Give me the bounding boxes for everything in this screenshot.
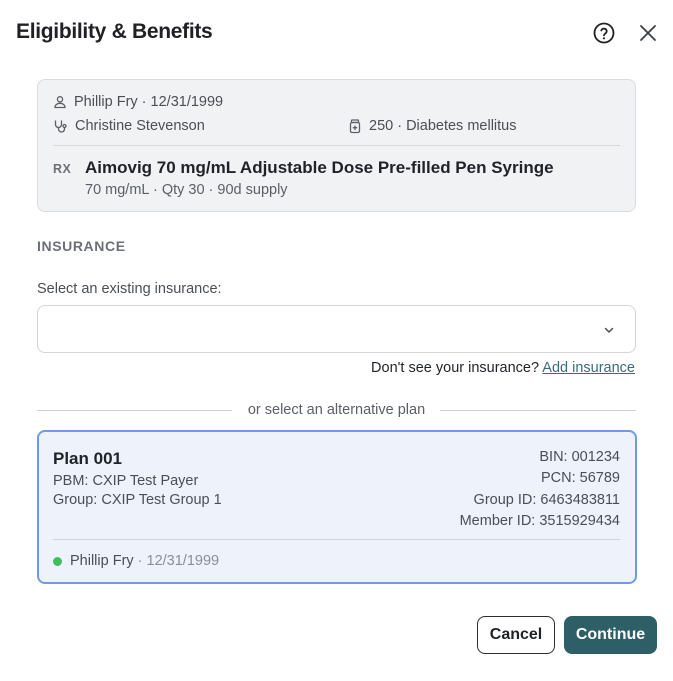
add-insurance-link[interactable]: Add insurance <box>542 360 635 376</box>
status-dot <box>53 556 62 566</box>
prescription-summary-card: Phillip Fry · 12/31/1999 Christine Steve… <box>37 79 636 212</box>
stethoscope-icon <box>54 120 67 133</box>
plan-member-id: Member ID: 3515929434 <box>459 513 620 529</box>
plan-name: Plan 001 <box>53 449 122 468</box>
insurance-select-label: Select an existing insurance: <box>37 281 222 297</box>
plan-card[interactable]: Plan 001 PBM: CXIP Test Payer Group: CXI… <box>37 430 637 584</box>
alternative-plan-divider: or select an alternative plan <box>37 401 636 421</box>
plan-pcn: PCN: 56789 <box>541 470 620 486</box>
insurance-select[interactable] <box>37 305 636 353</box>
person-icon <box>54 96 66 109</box>
continue-button[interactable]: Continue <box>564 616 657 654</box>
plan-divider <box>53 539 620 540</box>
medical-bottle-icon <box>349 118 361 133</box>
add-insurance-row: Don't see your insurance? Add insurance <box>371 360 635 376</box>
dialog-title: Eligibility & Benefits <box>16 20 213 43</box>
patient-row: Phillip Fry · 12/31/1999 <box>53 94 223 110</box>
close-icon <box>640 25 656 41</box>
plan-group: Group: CXIP Test Group 1 <box>53 492 222 508</box>
plan-patient-name: Phillip Fry <box>70 553 134 569</box>
question-circle-icon <box>593 22 615 44</box>
cancel-button[interactable]: Cancel <box>477 616 555 654</box>
diagnosis-row: 250 · Diabetes mellitus <box>348 118 517 134</box>
drug-detail: 70 mg/mL · Qty 30 · 90d supply <box>85 182 288 198</box>
rx-divider <box>53 145 620 146</box>
plan-patient-dob: · 12/31/1999 <box>137 553 220 569</box>
missing-insurance-prompt: Don't see your insurance? <box>371 360 540 376</box>
close-button[interactable] <box>637 22 659 44</box>
dialog-header: Eligibility & Benefits <box>0 0 673 68</box>
plan-pbm: PBM: CXIP Test Payer <box>53 473 199 489</box>
plan-patient: Phillip Fry · 12/31/1999 <box>53 553 219 569</box>
help-button[interactable] <box>592 21 616 45</box>
drug-name: Aimovig 70 mg/mL Adjustable Dose Pre-fil… <box>85 158 554 177</box>
chevron-down-icon <box>604 327 614 333</box>
plan-group-id: Group ID: 6463483811 <box>473 492 620 508</box>
patient-name-dob: Phillip Fry · 12/31/1999 <box>74 94 224 110</box>
plan-bin: BIN: 001234 <box>539 449 620 465</box>
prescriber-row: Christine Stevenson <box>53 118 205 134</box>
insurance-section-heading: INSURANCE <box>37 238 126 254</box>
diagnosis-text: 250 · Diabetes mellitus <box>369 118 517 134</box>
prescriber-name: Christine Stevenson <box>75 118 205 134</box>
rx-tag: RX <box>53 162 72 176</box>
divider-line-right <box>440 410 636 411</box>
